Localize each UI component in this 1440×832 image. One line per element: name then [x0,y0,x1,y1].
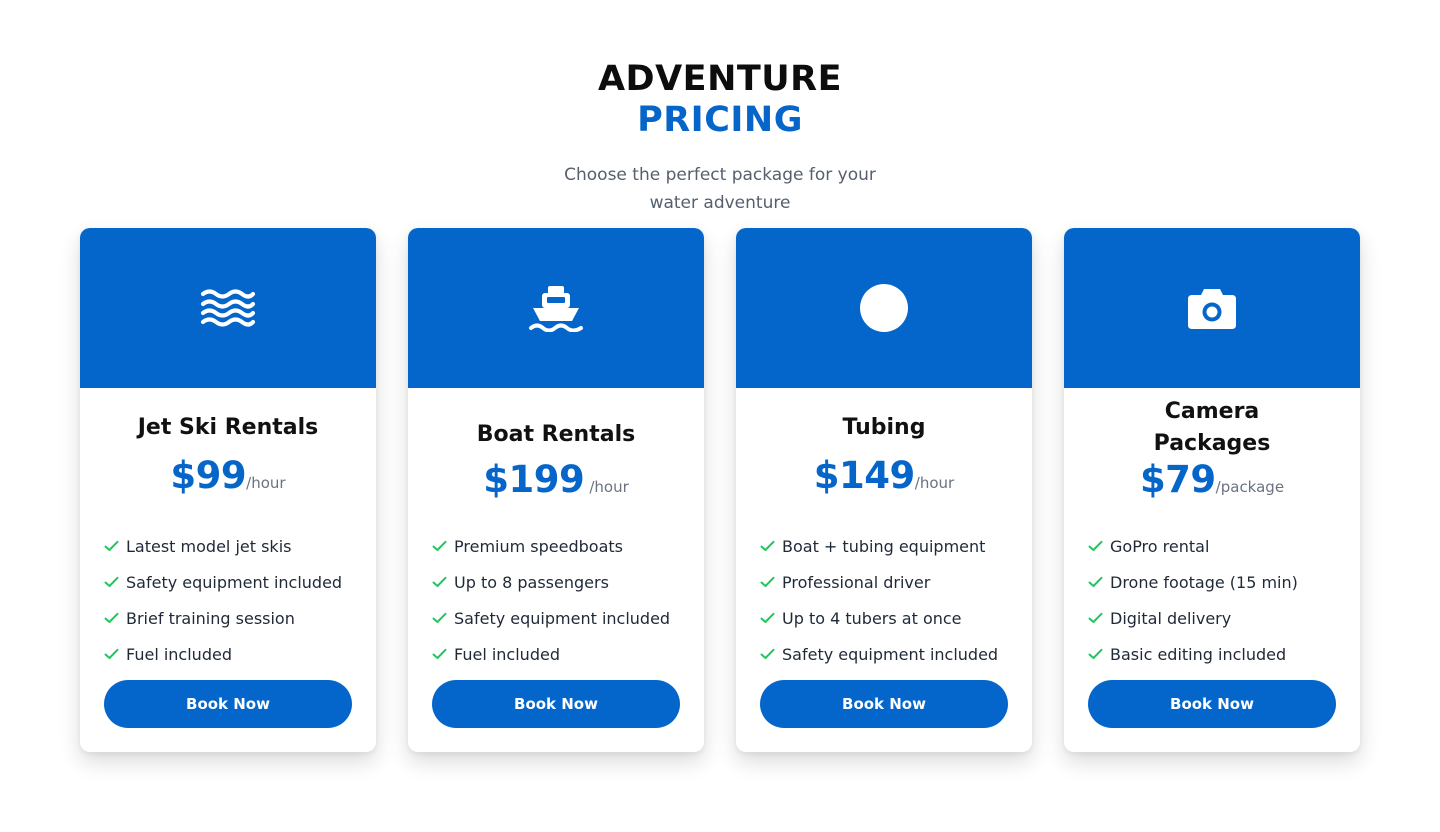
price: $99 [170,454,247,497]
page-subtitle: Choose the perfect package for your wate… [564,165,876,213]
price-row: $149/hour [736,454,1032,497]
list-item: GoPro rental [1088,528,1298,564]
check-icon [104,576,119,587]
list-item: Up to 8 passengers [432,564,670,600]
card-title: Camera Packages [1153,399,1271,456]
list-item: Safety equipment included [760,636,998,672]
list-item: Premium speedboats [432,528,670,564]
card-header [1064,228,1360,388]
check-icon [760,576,775,587]
list-item: Safety equipment included [432,600,670,636]
page-title-accent: PRICING [637,100,803,140]
price: $149 [813,454,915,497]
feature-text: Brief training session [126,608,295,628]
check-icon [432,540,447,551]
check-icon [760,540,775,551]
feature-text: Fuel included [454,644,560,664]
feature-list: Premium speedboats Up to 8 passengers Sa… [432,528,670,672]
check-icon [760,612,775,623]
price-period: /hour [914,474,955,492]
list-item: Latest model jet skis [104,528,342,564]
page-title: ADVENTURE [597,59,843,99]
feature-text: Latest model jet skis [126,536,292,556]
check-icon [432,612,447,623]
book-now-button[interactable]: Book Now [760,680,1008,728]
book-now-button[interactable]: Book Now [432,680,680,728]
card-header [408,228,704,388]
check-icon [1088,576,1103,587]
price-row: $79/package [1064,458,1360,501]
check-icon [432,648,447,659]
feature-list: Latest model jet skis Safety equipment i… [104,528,342,672]
pricing-card-boat: Boat Rentals $199 /hour Premium speedboa… [408,228,704,752]
feature-text: Basic editing included [1110,644,1287,664]
list-item: Up to 4 tubers at once [760,600,998,636]
pricing-card-camera: Camera Packages $79/package GoPro rental… [1064,228,1360,752]
list-item: Brief training session [104,600,342,636]
feature-list: Boat + tubing equipment Professional dri… [760,528,998,672]
feature-text: Premium speedboats [454,536,623,556]
price: $79 [1139,458,1216,501]
feature-text: GoPro rental [1110,536,1210,556]
list-item: Digital delivery [1088,600,1298,636]
pricing-header: ADVENTURE PRICING Choose the perfect pac… [0,58,1440,217]
ship-icon [528,284,584,332]
check-icon [104,648,119,659]
card-title: Tubing [842,415,926,440]
feature-text: Drone footage (15 min) [1110,572,1298,592]
book-now-button[interactable]: Book Now [1088,680,1336,728]
list-item: Drone footage (15 min) [1088,564,1298,600]
feature-text: Fuel included [126,644,232,664]
price-row: $199 /hour [408,458,704,501]
feature-text: Up to 4 tubers at once [782,608,962,628]
circle-icon [860,284,908,332]
list-item: Fuel included [104,636,342,672]
check-icon [104,540,119,551]
water-waves-icon [200,289,256,327]
price: $199 [483,458,585,501]
list-item: Fuel included [432,636,670,672]
check-icon [432,576,447,587]
price-period: /hour [246,474,286,492]
list-item: Basic editing included [1088,636,1298,672]
price-row: $99/hour [80,454,376,497]
pricing-cards: Jet Ski Rentals $99/hour Latest model je… [80,228,1360,752]
feature-list: GoPro rental Drone footage (15 min) Digi… [1088,528,1298,672]
card-header [80,228,376,388]
price-period: /package [1215,478,1285,496]
check-icon [104,612,119,623]
camera-icon [1188,287,1236,329]
feature-text: Safety equipment included [454,608,671,628]
check-icon [1088,612,1103,623]
feature-text: Digital delivery [1110,608,1232,628]
list-item: Boat + tubing equipment [760,528,998,564]
list-item: Professional driver [760,564,998,600]
book-now-button[interactable]: Book Now [104,680,352,728]
card-title: Boat Rentals [476,422,636,447]
feature-text: Professional driver [782,572,931,592]
feature-text: Safety equipment included [782,644,999,664]
card-header [736,228,1032,388]
list-item: Safety equipment included [104,564,342,600]
feature-text: Up to 8 passengers [454,572,609,592]
feature-text: Boat + tubing equipment [782,536,986,556]
pricing-card-tubing: Tubing $149/hour Boat + tubing equipment… [736,228,1032,752]
check-icon [1088,648,1103,659]
check-icon [760,648,775,659]
card-title: Jet Ski Rentals [137,415,319,440]
pricing-card-jet-ski: Jet Ski Rentals $99/hour Latest model je… [80,228,376,752]
feature-text: Safety equipment included [126,572,343,592]
check-icon [1088,540,1103,551]
price-period: /hour [589,478,629,496]
